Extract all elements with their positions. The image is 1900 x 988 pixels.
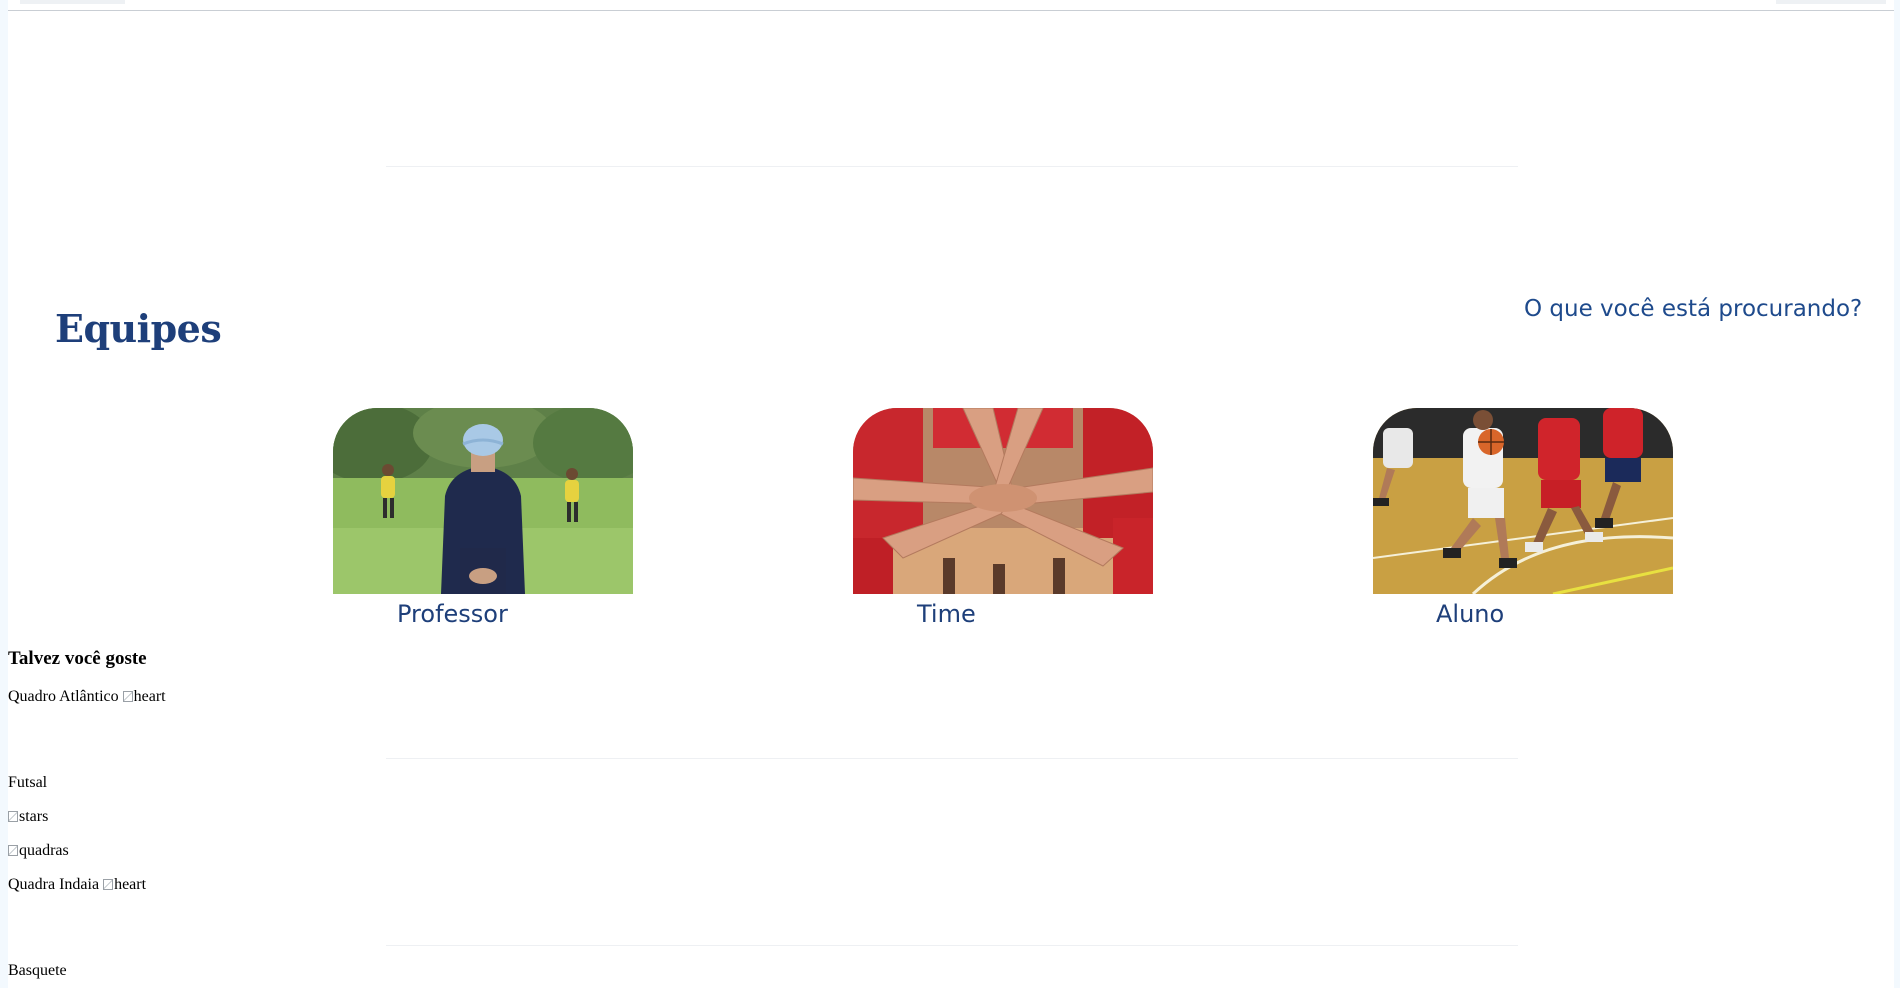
page-title: Equipes: [55, 306, 222, 351]
list-item: Futsal: [8, 774, 47, 792]
recommendations-heading: Talvez você goste: [8, 648, 147, 669]
top-bar: [0, 0, 1900, 11]
card-label-time: Time: [917, 600, 976, 628]
item-name: Basquete: [8, 962, 67, 979]
item-name: Futsal: [8, 774, 48, 791]
heart-icon[interactable]: heart: [103, 876, 146, 894]
coach-watching-soccer-photo: [333, 408, 633, 594]
divider-top: [386, 166, 1518, 167]
heart-icon[interactable]: heart: [122, 688, 166, 706]
team-hands-huddle-photo: [853, 408, 1153, 594]
quadras-image: quadras: [8, 842, 69, 860]
divider-bottom: [386, 945, 1518, 946]
list-item: Basquete: [8, 962, 67, 980]
card-label-professor: Professor: [397, 600, 508, 628]
list-item: stars: [8, 808, 48, 826]
card-professor[interactable]: Professor: [333, 408, 633, 630]
list-item[interactable]: Quadra Indaia heart: [8, 876, 146, 894]
page: Equipes O que você está procurando? Prof…: [0, 0, 1900, 988]
card-label-aluno: Aluno: [1436, 600, 1505, 628]
list-item[interactable]: Quadro Atlântico heart: [8, 688, 166, 706]
item-name: Quadra Indaia: [8, 876, 100, 893]
card-aluno[interactable]: Aluno: [1373, 408, 1673, 630]
card-time[interactable]: Time: [853, 408, 1153, 630]
stars-icon: stars: [8, 808, 48, 826]
list-item: quadras: [8, 842, 69, 860]
divider-middle: [386, 758, 1518, 759]
right-strip: [1894, 0, 1900, 988]
left-strip: [0, 0, 8, 988]
basketball-players-photo: [1373, 408, 1673, 594]
item-name: Quadro Atlântico: [8, 688, 119, 705]
search-link[interactable]: O que você está procurando?: [1524, 296, 1862, 322]
